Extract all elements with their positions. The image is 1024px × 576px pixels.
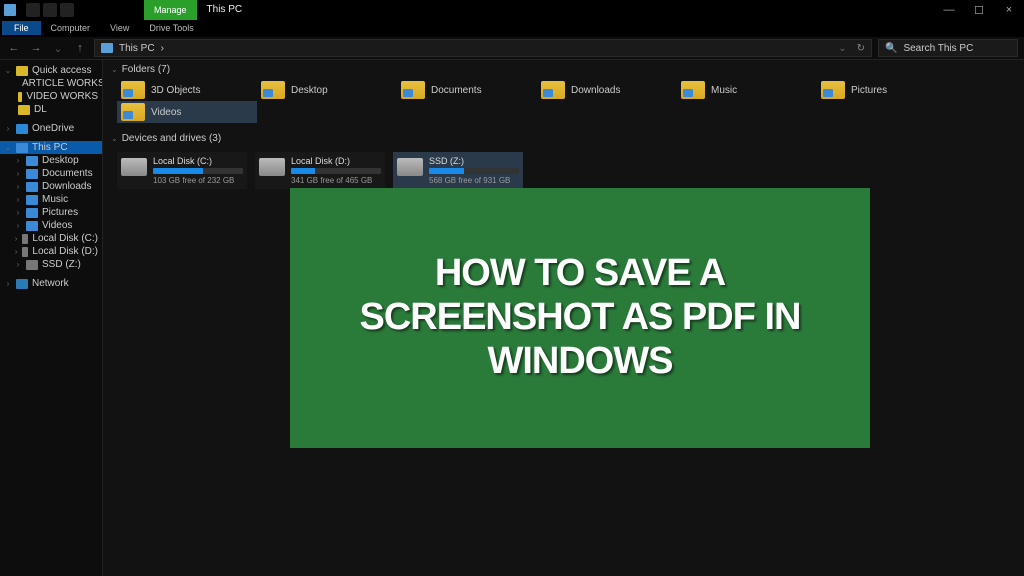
network-icon <box>16 279 28 289</box>
this-pc-icon <box>101 43 113 53</box>
ribbon-contextual-tab[interactable]: Manage <box>144 0 197 20</box>
ribbon-tabs: File Computer View Drive Tools <box>0 20 1024 36</box>
folder-icon <box>821 81 845 99</box>
drive-usage-bar <box>291 168 381 174</box>
folder-icon <box>18 92 22 102</box>
this-pc-icon <box>16 143 28 153</box>
tree-quick-access[interactable]: ⌄Quick access <box>0 64 102 77</box>
nav-back-button[interactable]: ← <box>6 42 22 54</box>
folder-item-downloads[interactable]: Downloads <box>537 79 677 101</box>
ribbon-tab-computer[interactable]: Computer <box>41 23 101 33</box>
app-icon <box>4 4 16 16</box>
folder-icon <box>121 81 145 99</box>
address-bar[interactable]: This PC › ⌄ ↻ <box>94 39 872 57</box>
tree-item[interactable]: ›Documents <box>0 167 102 180</box>
drive-icon <box>121 158 147 176</box>
tree-item[interactable]: ›Videos <box>0 219 102 232</box>
maximize-button[interactable]: ☐ <box>964 0 994 20</box>
folder-item-3d-objects[interactable]: 3D Objects <box>117 79 257 101</box>
qat-button[interactable] <box>60 3 74 17</box>
qat-button[interactable] <box>26 3 40 17</box>
folder-item-music[interactable]: Music <box>677 79 817 101</box>
ribbon-tab-drivetools[interactable]: Drive Tools <box>139 23 203 33</box>
tree-network[interactable]: ›Network <box>0 277 102 290</box>
folder-icon <box>26 182 38 192</box>
drive-usage-bar <box>429 168 519 174</box>
drive-name: Local Disk (C:) <box>153 156 243 166</box>
drive-free-text: 103 GB free of 232 GB <box>153 176 243 185</box>
section-header-folders[interactable]: Folders (7) <box>103 60 1024 79</box>
nav-recent-button[interactable]: ⌄ <box>50 42 66 55</box>
folder-item-desktop[interactable]: Desktop <box>257 79 397 101</box>
tree-item[interactable]: ›Pictures <box>0 206 102 219</box>
drive-item-z[interactable]: SSD (Z:) 568 GB free of 931 GB <box>393 152 523 189</box>
nav-forward-button[interactable]: → <box>28 42 44 54</box>
folder-icon <box>26 195 38 205</box>
address-dropdown-icon[interactable]: ⌄ <box>838 43 846 54</box>
folder-item-videos[interactable]: Videos <box>117 101 257 123</box>
tree-item[interactable]: ›SSD (Z:) <box>0 258 102 271</box>
search-box[interactable]: 🔍 Search This PC <box>878 39 1018 57</box>
tree-item[interactable]: ARTICLE WORKS <box>0 77 102 90</box>
tree-this-pc[interactable]: ⌄This PC <box>0 141 102 154</box>
tree-onedrive[interactable]: ›OneDrive <box>0 122 102 135</box>
drives-row: Local Disk (C:) 103 GB free of 232 GB Lo… <box>103 148 1024 189</box>
search-placeholder: Search This PC <box>903 43 973 54</box>
folder-icon <box>261 81 285 99</box>
title-bar: Manage This PC — ☐ × <box>0 0 1024 20</box>
drive-icon <box>259 158 285 176</box>
folder-icon <box>121 103 145 121</box>
drive-name: Local Disk (D:) <box>291 156 381 166</box>
overlay-banner: HOW TO SAVE A SCREENSHOT AS PDF IN WINDO… <box>290 188 870 448</box>
breadcrumb-segment[interactable]: This PC <box>119 43 155 54</box>
tree-item[interactable]: VIDEO WORKS <box>0 90 102 103</box>
tree-item[interactable]: ›Local Disk (C:) <box>0 232 102 245</box>
qat-button[interactable] <box>43 3 57 17</box>
tree-item[interactable]: DL <box>0 103 102 116</box>
quick-access-toolbar <box>26 3 74 17</box>
cloud-icon <box>16 124 28 134</box>
drive-item-c[interactable]: Local Disk (C:) 103 GB free of 232 GB <box>117 152 247 189</box>
tree-item[interactable]: ›Local Disk (D:) <box>0 245 102 258</box>
folder-item-documents[interactable]: Documents <box>397 79 537 101</box>
folder-icon <box>26 156 38 166</box>
minimize-button[interactable]: — <box>934 0 964 20</box>
nav-up-button[interactable]: ↑ <box>72 42 88 54</box>
folder-item-pictures[interactable]: Pictures <box>817 79 957 101</box>
address-bar-row: ← → ⌄ ↑ This PC › ⌄ ↻ 🔍 Search This PC <box>0 36 1024 60</box>
folder-icon <box>681 81 705 99</box>
drive-icon <box>26 260 38 270</box>
folder-icon <box>18 105 30 115</box>
ribbon-tab-file[interactable]: File <box>2 21 41 35</box>
folder-icon <box>541 81 565 99</box>
folder-icon <box>26 208 38 218</box>
section-header-drives[interactable]: Devices and drives (3) <box>103 129 1024 148</box>
drive-icon <box>397 158 423 176</box>
banner-headline: HOW TO SAVE A SCREENSHOT AS PDF IN WINDO… <box>310 252 850 383</box>
drive-item-d[interactable]: Local Disk (D:) 341 GB free of 465 GB <box>255 152 385 189</box>
drive-icon <box>22 234 28 244</box>
close-button[interactable]: × <box>994 0 1024 20</box>
star-icon <box>16 66 28 76</box>
folder-icon <box>26 221 38 231</box>
tree-item[interactable]: ›Desktop <box>0 154 102 167</box>
drive-icon <box>22 247 28 257</box>
drive-name: SSD (Z:) <box>429 156 519 166</box>
folder-icon <box>401 81 425 99</box>
drive-free-text: 341 GB free of 465 GB <box>291 176 381 185</box>
refresh-button[interactable]: ↻ <box>857 43 865 54</box>
folders-grid: 3D Objects Desktop Documents Downloads M… <box>103 79 1024 129</box>
folder-icon <box>26 169 38 179</box>
window-title: This PC <box>197 0 253 20</box>
tree-item[interactable]: ›Downloads <box>0 180 102 193</box>
breadcrumb-arrow[interactable]: › <box>161 43 164 54</box>
ribbon-tab-view[interactable]: View <box>100 23 139 33</box>
drive-free-text: 568 GB free of 931 GB <box>429 176 519 185</box>
search-icon: 🔍 <box>885 43 897 54</box>
navigation-pane: ⌄Quick access ARTICLE WORKS VIDEO WORKS … <box>0 60 103 576</box>
tree-item[interactable]: ›Music <box>0 193 102 206</box>
drive-usage-bar <box>153 168 243 174</box>
